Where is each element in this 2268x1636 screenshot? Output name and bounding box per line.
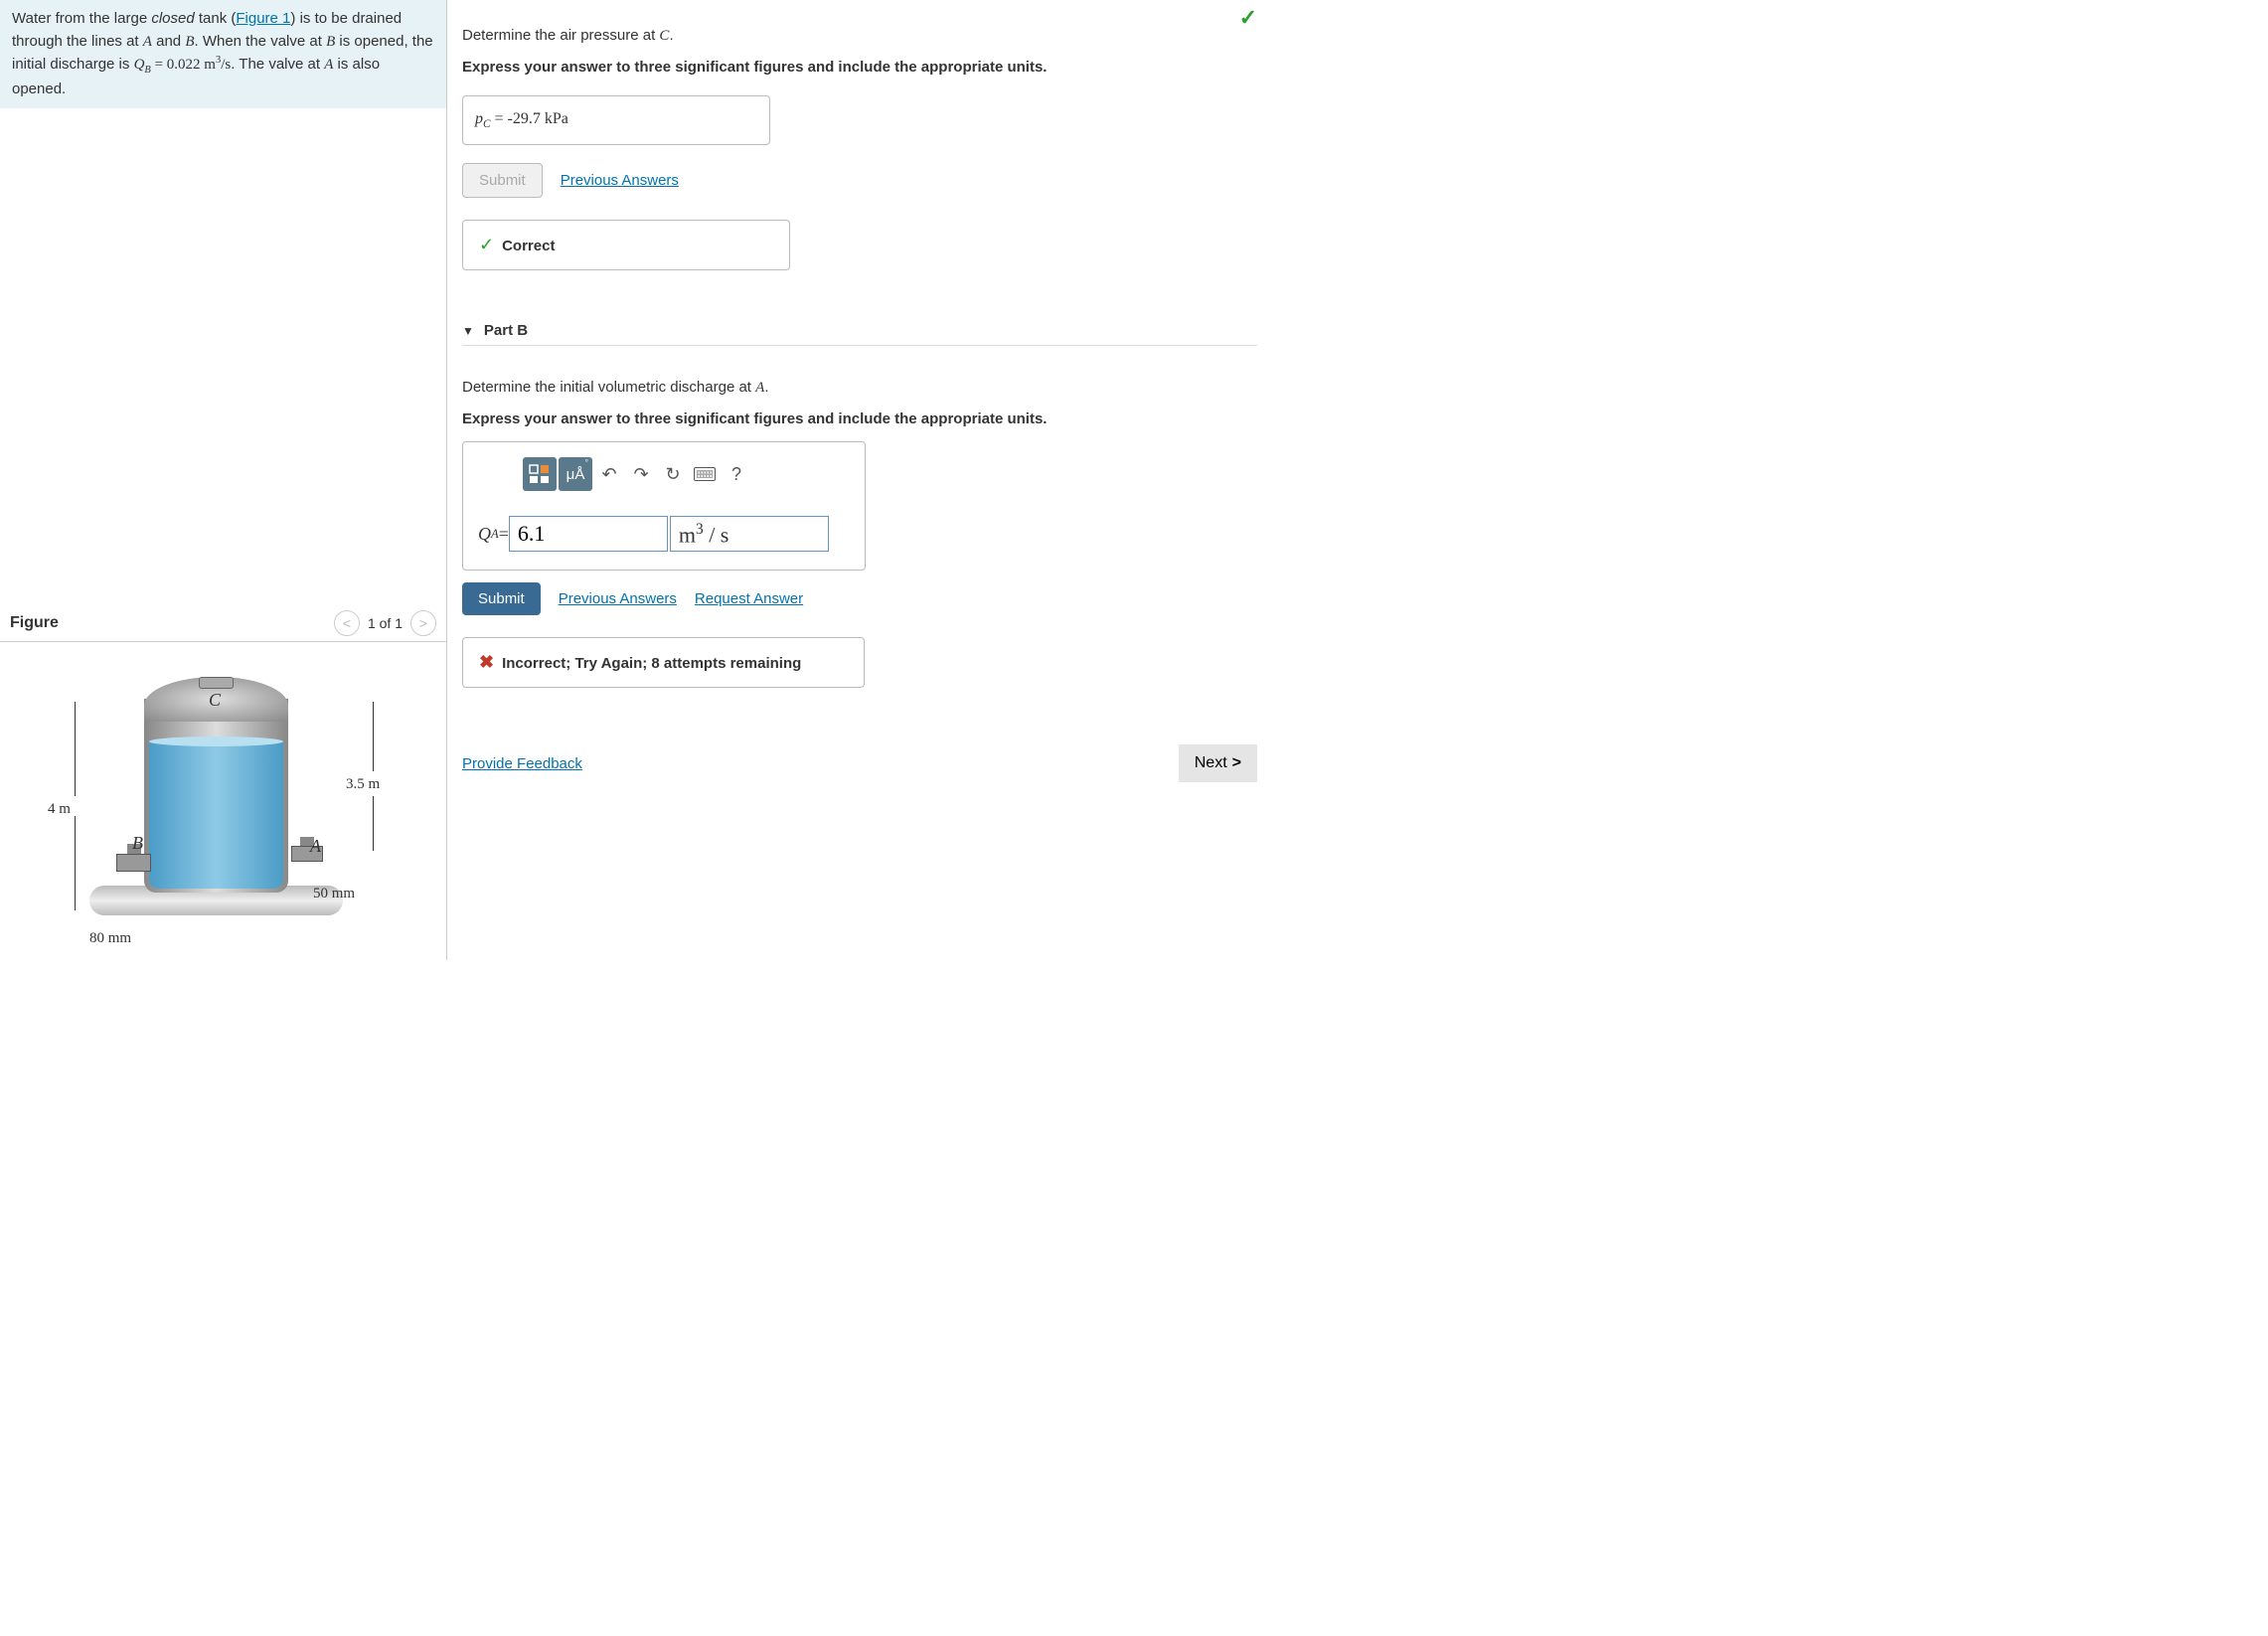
partA-feedback: ✓ Correct xyxy=(462,220,790,270)
editor-toolbar: μÅ ° ↶ ↷ ↻ ? xyxy=(463,442,865,506)
part-a: Determine the air pressure at C. Express… xyxy=(462,25,1257,282)
figure-next-button[interactable]: > xyxy=(410,610,436,636)
dim-4m: 4 m xyxy=(48,801,71,818)
partB-instruction: Express your answer to three significant… xyxy=(462,409,1257,429)
part-b: Determine the initial volumetric dischar… xyxy=(462,377,1257,700)
check-icon: ✓ xyxy=(1239,5,1257,31)
help-button[interactable]: ? xyxy=(722,457,751,491)
provide-feedback-link[interactable]: Provide Feedback xyxy=(462,755,582,772)
partA-answer-value: -29.7 kPa xyxy=(508,110,568,127)
right-column: ✓ Determine the air pressure at C. Expre… xyxy=(447,0,1272,960)
dim-3-5m: 3.5 m xyxy=(346,776,380,793)
partA-question: Determine the air pressure at xyxy=(462,27,659,44)
chevron-right-icon: > xyxy=(1232,754,1241,772)
next-button[interactable]: Next > xyxy=(1179,744,1257,782)
dim-80mm: 80 mm xyxy=(89,930,131,947)
figure-prev-button[interactable]: < xyxy=(334,610,360,636)
label-C: C xyxy=(209,690,221,711)
partA-submit-button: Submit xyxy=(462,163,543,198)
correct-label: Correct xyxy=(502,238,555,254)
correct-icon: ✓ xyxy=(479,235,494,254)
label-B: B xyxy=(132,833,143,854)
partA-previous-answers-link[interactable]: Previous Answers xyxy=(561,172,679,189)
partB-request-answer-link[interactable]: Request Answer xyxy=(695,590,803,607)
redo-button[interactable]: ↷ xyxy=(626,457,656,491)
left-column: Water from the large closed tank (Figure… xyxy=(0,0,447,960)
figure-link[interactable]: Figure 1 xyxy=(236,10,290,27)
partB-value-input[interactable] xyxy=(509,516,668,552)
partA-instruction: Express your answer to three significant… xyxy=(462,57,1257,78)
collapse-icon: ▼ xyxy=(462,324,474,338)
undo-button[interactable]: ↶ xyxy=(594,457,624,491)
template-tool-button[interactable] xyxy=(523,457,557,491)
keyboard-button[interactable] xyxy=(690,457,720,491)
partB-feedback: ✖ Incorrect; Try Again; 8 attempts remain… xyxy=(462,637,865,688)
partB-header[interactable]: ▼ Part B xyxy=(462,322,1257,339)
partB-unit-input[interactable]: m3 / s xyxy=(670,516,829,552)
answer-editor: μÅ ° ↶ ↷ ↻ ? QA = m3 / s xyxy=(462,441,866,571)
reset-button[interactable]: ↻ xyxy=(658,457,688,491)
figure-title: Figure xyxy=(10,614,59,632)
partB-previous-answers-link[interactable]: Previous Answers xyxy=(559,590,677,607)
figure-section: Figure < 1 of 1 > C B xyxy=(0,605,446,960)
units-tool-button[interactable]: μÅ ° xyxy=(559,457,592,491)
incorrect-icon: ✖ xyxy=(479,652,494,672)
partB-submit-button[interactable]: Submit xyxy=(462,582,541,615)
figure-image: C B A 4 m 3.5 m 50 mm 80 mm xyxy=(0,642,446,960)
next-label: Next xyxy=(1195,754,1227,772)
partB-title: Part B xyxy=(484,322,528,339)
figure-nav-label: 1 of 1 xyxy=(368,615,403,631)
partA-answer-box: pC = -29.7 kPa xyxy=(462,95,770,145)
problem-statement: Water from the large closed tank (Figure… xyxy=(0,0,446,108)
label-A: A xyxy=(310,836,321,857)
dim-50mm: 50 mm xyxy=(313,886,355,902)
word-closed: closed xyxy=(151,10,194,27)
incorrect-label: Incorrect; Try Again; 8 attempts remaini… xyxy=(502,655,801,672)
partB-question: Determine the initial volumetric dischar… xyxy=(462,379,755,396)
problem-text: Water from the large xyxy=(12,10,151,27)
